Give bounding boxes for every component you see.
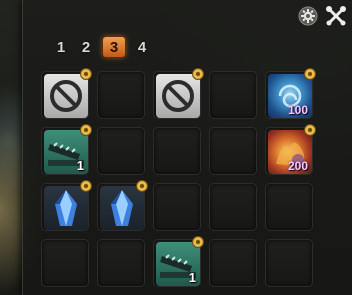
gear-badge-icon bbox=[136, 180, 148, 192]
item-count: 200 bbox=[287, 159, 308, 173]
hotbar-slot-grid: 100 1 200 1 bbox=[41, 68, 316, 287]
hotbar-slot-empty[interactable] bbox=[97, 239, 145, 287]
hotbar-slot-empty[interactable] bbox=[97, 127, 145, 175]
hotbar-slot-empty[interactable] bbox=[209, 183, 257, 231]
gear-badge-icon bbox=[80, 180, 92, 192]
hotbar-slot-empty[interactable] bbox=[209, 127, 257, 175]
hotbar-slot[interactable] bbox=[41, 180, 92, 231]
hotbar-slot[interactable]: 1 bbox=[153, 236, 204, 287]
tab-1[interactable]: 1 bbox=[53, 38, 69, 56]
hotbar-slot-empty[interactable] bbox=[97, 71, 145, 119]
gear-badge-icon bbox=[304, 68, 316, 80]
window-controls bbox=[297, 5, 347, 27]
hotbar-slot-empty[interactable] bbox=[209, 71, 257, 119]
tab-3-active[interactable]: 3 bbox=[103, 37, 125, 57]
hotbar-slot-empty[interactable] bbox=[265, 239, 313, 287]
item-count: 1 bbox=[188, 270, 196, 285]
gear-badge-icon bbox=[192, 68, 204, 80]
hotbar-window: 1 2 3 4 100 1 200 1 bbox=[22, 0, 352, 295]
gear-badge-icon bbox=[192, 236, 204, 248]
hotbar-slot[interactable] bbox=[153, 68, 204, 119]
hotbar-slot-empty[interactable] bbox=[41, 239, 89, 287]
hotbar-slot-empty[interactable] bbox=[265, 183, 313, 231]
hotbar-slot-empty[interactable] bbox=[153, 127, 201, 175]
settings-gear-icon[interactable] bbox=[297, 5, 319, 27]
hotbar-slot[interactable]: 200 bbox=[265, 124, 316, 175]
gear-badge-icon bbox=[80, 124, 92, 136]
hotbar-slot-empty[interactable] bbox=[209, 239, 257, 287]
hotbar-slot[interactable] bbox=[97, 180, 148, 231]
gear-badge-icon bbox=[80, 68, 92, 80]
item-count: 100 bbox=[287, 103, 308, 117]
crossed-tools-icon[interactable] bbox=[325, 5, 347, 27]
hotbar-slot[interactable]: 1 bbox=[41, 124, 92, 175]
hotbar-slot[interactable] bbox=[41, 68, 92, 119]
tab-2[interactable]: 2 bbox=[78, 38, 94, 56]
hotbar-slot-empty[interactable] bbox=[153, 183, 201, 231]
hotbar-slot[interactable]: 100 bbox=[265, 68, 316, 119]
hotbar-tabs: 1 2 3 4 bbox=[53, 37, 150, 57]
gear-badge-icon bbox=[304, 124, 316, 136]
tab-4[interactable]: 4 bbox=[134, 38, 150, 56]
item-count: 1 bbox=[76, 158, 84, 173]
